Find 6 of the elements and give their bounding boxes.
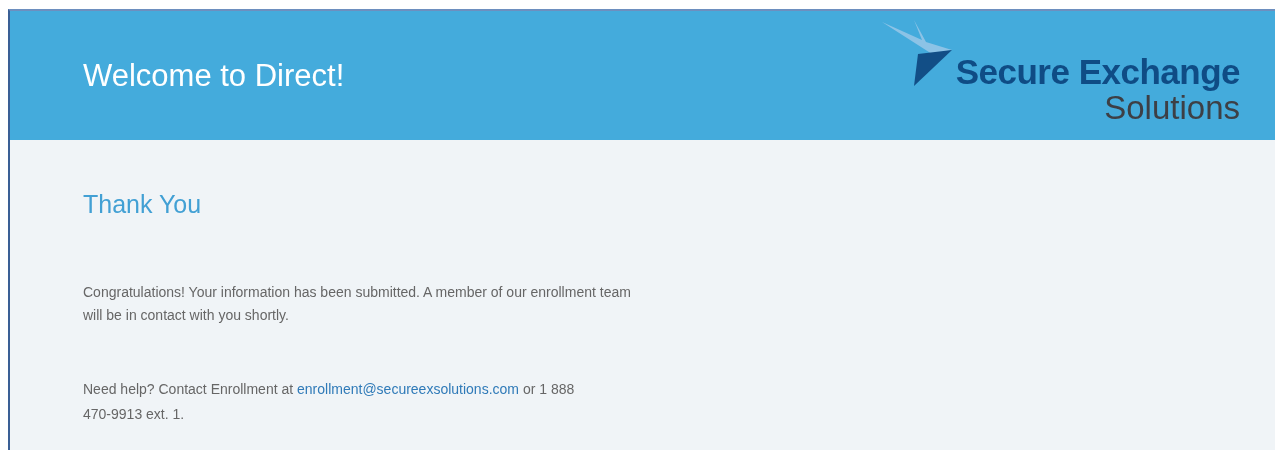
help-text: Need help? Contact Enrollment at enrollment@secureexsolutions.com or 1 888 470-9913 ext. 1. — [83, 380, 576, 424]
page-heading: Thank You — [83, 190, 203, 219]
logo-text: Secure Exchange — [955, 53, 1240, 90]
confirmation-message: Congratulations! Your information has been submitted. A member of our enrollment team will be in contact with you shortly. — [83, 283, 632, 325]
page-title: Welcome to Direct! — [83, 57, 345, 94]
email-link[interactable]: enrollment@secureexsolutions.com — [297, 381, 519, 397]
